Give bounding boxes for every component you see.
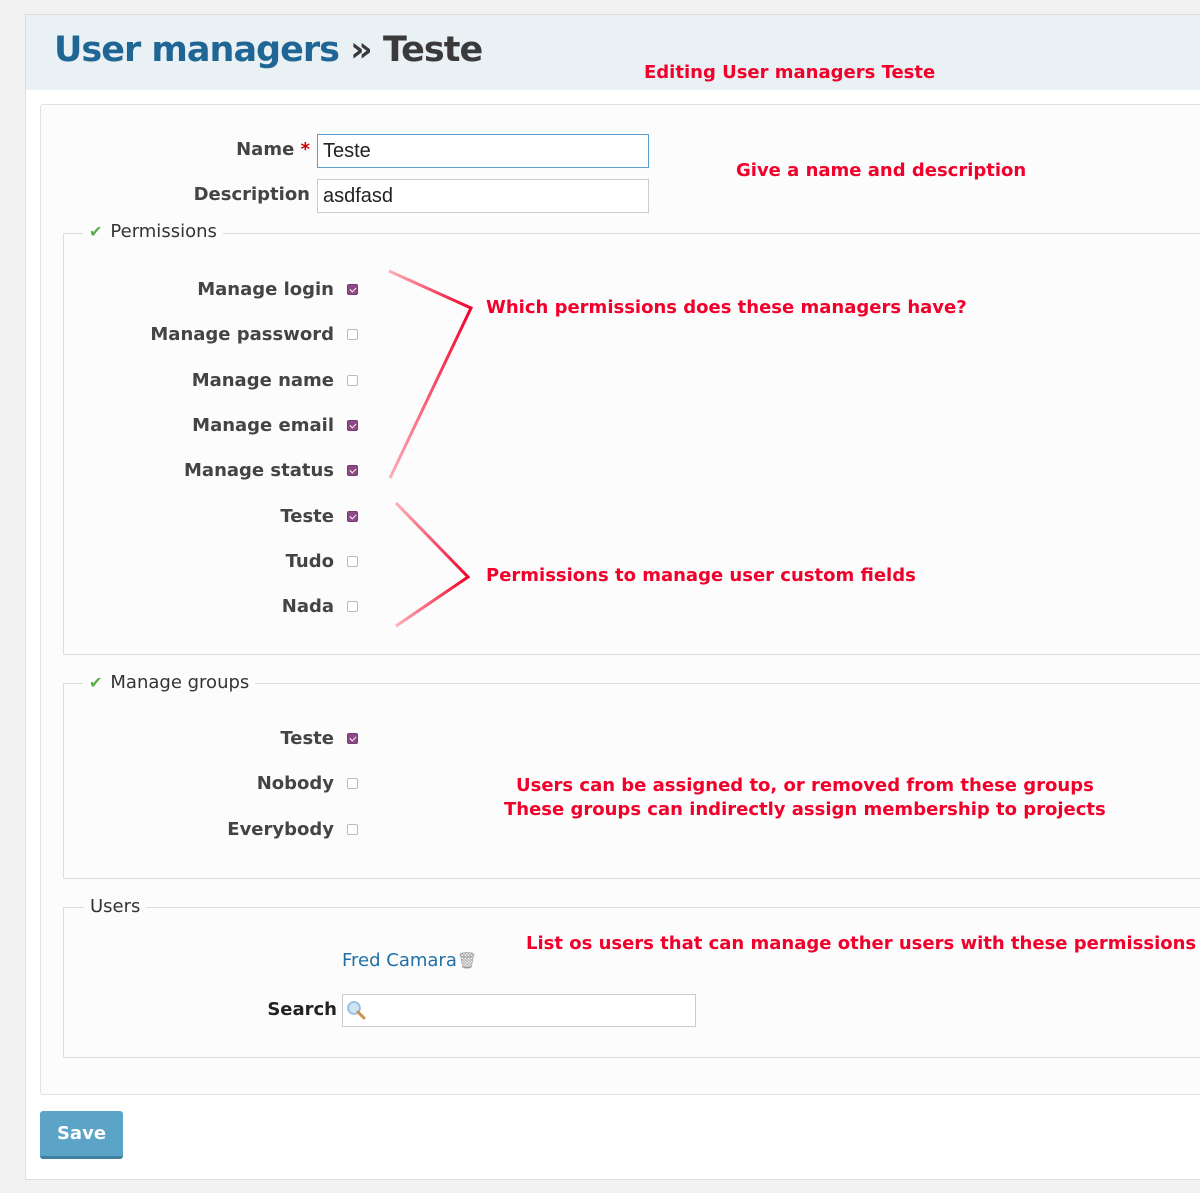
search-field[interactable] xyxy=(342,994,696,1027)
user-link[interactable]: Fred Camara xyxy=(342,950,457,971)
breadcrumb-current: Teste xyxy=(382,30,483,70)
search-input[interactable] xyxy=(342,994,696,1027)
trash-icon[interactable]: 🗑 xyxy=(457,951,477,970)
group-label: Teste xyxy=(280,728,334,749)
annotation-users: List os users that can manage other user… xyxy=(526,933,1197,954)
permission-checkbox[interactable] xyxy=(347,419,358,431)
permission-label: Nada xyxy=(281,596,334,618)
required-mark: * xyxy=(300,139,310,160)
search-label: Search xyxy=(267,999,337,1020)
permission-checkbox[interactable] xyxy=(347,510,358,522)
permission-checkbox[interactable] xyxy=(347,465,358,477)
permission-label: Tudo xyxy=(285,550,334,572)
description-label: Description xyxy=(193,184,310,205)
annotation-groups-2: These groups can indirectly assign membe… xyxy=(504,799,1106,820)
group-label: Everybody xyxy=(227,818,334,840)
permissions-legend: ✔ Permissions xyxy=(83,221,223,242)
user-list-item: Fred Camara🗑 xyxy=(342,950,477,971)
group-checkbox[interactable] xyxy=(347,778,358,790)
annotation-custom-fields: Permissions to manage user custom fields xyxy=(486,565,916,586)
permission-label: Manage password xyxy=(150,324,334,346)
permission-checkbox[interactable] xyxy=(347,555,358,567)
groups-legend-text: Manage groups xyxy=(110,672,250,693)
permission-checkbox[interactable] xyxy=(347,374,358,386)
save-button[interactable]: Save xyxy=(40,1111,123,1159)
annotation-name-desc: Give a name and description xyxy=(736,160,1027,181)
group-checkbox[interactable] xyxy=(347,823,358,835)
permission-label: Manage status xyxy=(184,460,334,482)
name-label-text: Name xyxy=(236,139,295,160)
breadcrumb-user-managers[interactable]: User managers xyxy=(54,30,340,70)
search-icon xyxy=(347,1001,366,1020)
permission-label: Teste xyxy=(280,505,334,527)
permissions-legend-text: Permissions xyxy=(110,221,217,242)
group-label: Nobody xyxy=(256,773,334,795)
description-input[interactable] xyxy=(317,179,649,213)
groups-legend: ✔ Manage groups xyxy=(83,672,256,693)
annotation-editing: Editing User managers Teste xyxy=(644,62,936,83)
permission-label: Manage email xyxy=(192,414,334,436)
bracket-custom-fields xyxy=(394,501,471,628)
permission-checkbox[interactable] xyxy=(347,284,358,295)
annotation-brackets xyxy=(388,269,474,628)
permission-checkbox[interactable] xyxy=(347,329,358,341)
name-input[interactable] xyxy=(317,134,649,168)
bracket-permissions xyxy=(388,269,474,479)
permission-label: Manage login xyxy=(197,279,334,300)
breadcrumb-separator: » xyxy=(350,30,373,70)
permission-checkbox[interactable] xyxy=(347,601,358,613)
check-icon: ✔ xyxy=(89,222,103,241)
annotation-groups-1: Users can be assigned to, or removed fro… xyxy=(516,775,1094,796)
group-checkbox[interactable] xyxy=(347,733,358,744)
annotation-permissions: Which permissions does these managers ha… xyxy=(486,297,967,318)
check-icon: ✔ xyxy=(89,673,103,692)
page-title: User managers » Teste xyxy=(54,30,483,70)
permission-label: Manage name xyxy=(191,369,334,391)
users-legend: Users xyxy=(84,896,147,917)
name-label: Name * xyxy=(236,139,310,160)
users-fieldset xyxy=(63,907,1200,1058)
